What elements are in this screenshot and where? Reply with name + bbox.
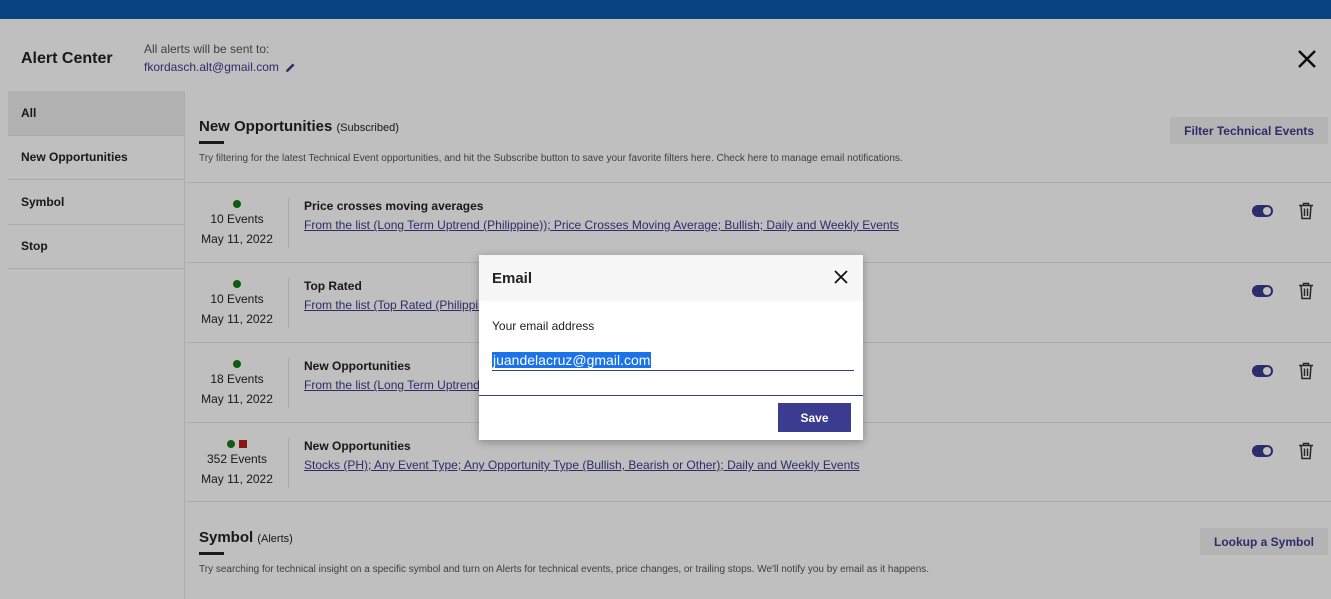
email-field-value: juandelacruz@gmail.com	[492, 351, 652, 368]
email-dialog: Email Your email address juandelacruz@gm…	[479, 255, 863, 440]
email-field-label: Your email address	[492, 319, 595, 333]
dialog-divider	[479, 395, 863, 396]
dialog-header: Email	[479, 255, 863, 301]
close-icon[interactable]	[834, 270, 848, 284]
email-field[interactable]: juandelacruz@gmail.com	[492, 349, 854, 371]
save-button[interactable]: Save	[778, 403, 851, 432]
dialog-title: Email	[492, 269, 533, 287]
